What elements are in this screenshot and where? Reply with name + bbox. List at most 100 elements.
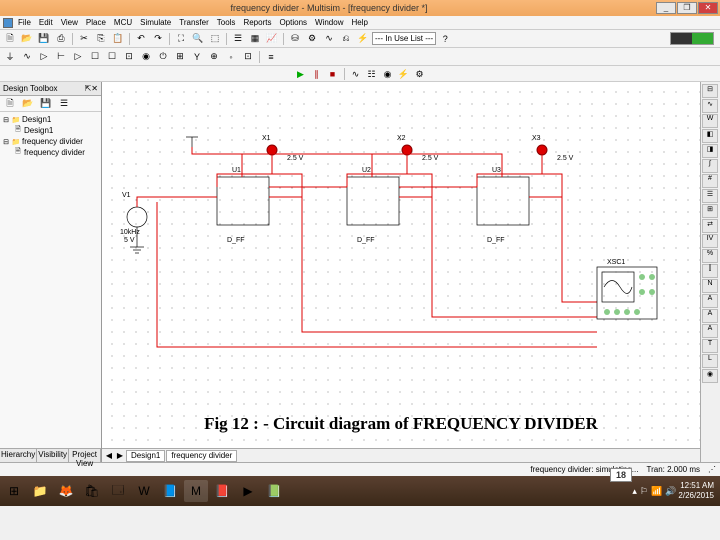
- spreadsheet-button[interactable]: ▦: [247, 32, 263, 46]
- schematic-canvas[interactable]: X1 2.5 V X2 2.5 V X3 2.5 V U1 D_FF U2 D_…: [102, 82, 700, 462]
- redo-button[interactable]: ↷: [150, 32, 166, 46]
- menu-window[interactable]: Window: [312, 18, 346, 27]
- network-button[interactable]: N: [702, 279, 718, 293]
- agilent-fg-button[interactable]: A: [702, 294, 718, 308]
- print-button[interactable]: ⎙: [53, 32, 69, 46]
- taskbar-multisim[interactable]: M: [184, 480, 208, 502]
- funcgen-button[interactable]: ∿: [702, 99, 718, 113]
- logic-analyzer-button[interactable]: ⊞: [702, 204, 718, 218]
- cut-button[interactable]: ✂: [76, 32, 92, 46]
- run-button[interactable]: ▶: [294, 68, 308, 80]
- place-mcu-button[interactable]: ⊡: [240, 50, 256, 64]
- tb-open-button[interactable]: 📂: [20, 97, 36, 111]
- 4ch-scope-button[interactable]: ◨: [702, 144, 718, 158]
- place-electro-button[interactable]: ⊕: [206, 50, 222, 64]
- zoom-in-button[interactable]: 🔍: [190, 32, 206, 46]
- current-probe-button[interactable]: ◉: [702, 369, 718, 383]
- probe-button[interactable]: ◉: [381, 68, 395, 80]
- tray-net-icon[interactable]: 📶: [651, 486, 662, 497]
- place-connector-button[interactable]: ◦: [223, 50, 239, 64]
- zoom-fit-button[interactable]: ⛶: [173, 32, 189, 46]
- tree-design1-folder[interactable]: Design1: [22, 115, 51, 124]
- place-analog-button[interactable]: ▷: [70, 50, 86, 64]
- agilent-mm-button[interactable]: A: [702, 309, 718, 323]
- copy-button[interactable]: ⎘: [93, 32, 109, 46]
- tray-up-icon[interactable]: ▴: [632, 486, 637, 497]
- tb-list-button[interactable]: ☰: [56, 97, 72, 111]
- menu-place[interactable]: Place: [83, 18, 109, 27]
- postproc-button[interactable]: ⎌: [338, 32, 354, 46]
- place-rf-button[interactable]: Y: [189, 50, 205, 64]
- taskbar-store[interactable]: 🛍: [80, 480, 104, 502]
- place-misc2-button[interactable]: ⊞: [172, 50, 188, 64]
- open-button[interactable]: 📂: [19, 32, 35, 46]
- tray-flag-icon[interactable]: ⚐: [640, 486, 648, 497]
- close-button[interactable]: ✕: [698, 2, 718, 14]
- taskbar-word[interactable]: W: [132, 480, 156, 502]
- menu-view[interactable]: View: [58, 18, 81, 27]
- spectrum-button[interactable]: ⫿: [702, 264, 718, 278]
- toolbox-pin-icon[interactable]: ⇱: [85, 84, 92, 93]
- place-ttl-button[interactable]: ☐: [87, 50, 103, 64]
- place-cmos-button[interactable]: ☐: [104, 50, 120, 64]
- tek-scope-button[interactable]: T: [702, 339, 718, 353]
- tab-hierarchy[interactable]: Hierarchy: [0, 449, 37, 462]
- electrical-button[interactable]: ⚡: [355, 32, 371, 46]
- tb-new-button[interactable]: 🗎: [2, 97, 18, 111]
- help-button[interactable]: ?: [437, 32, 453, 46]
- tb-save-button[interactable]: 💾: [38, 97, 54, 111]
- zoom-area-button[interactable]: ⬚: [207, 32, 223, 46]
- menu-edit[interactable]: Edit: [36, 18, 56, 27]
- place-basic-button[interactable]: ∿: [19, 50, 35, 64]
- place-misc-button[interactable]: ⊡: [121, 50, 137, 64]
- switch-indicator[interactable]: [670, 32, 714, 45]
- bode-button[interactable]: ∫: [702, 159, 718, 173]
- menu-tools[interactable]: Tools: [214, 18, 239, 27]
- stop-button[interactable]: ■: [326, 68, 340, 80]
- toolbox-button[interactable]: ☰: [230, 32, 246, 46]
- design-tree[interactable]: ⊟📁Design1 🗎Design1 ⊟📁frequency divider 🗎…: [0, 112, 101, 448]
- place-power-button[interactable]: ⏻: [155, 50, 171, 64]
- restore-button[interactable]: ❐: [677, 2, 697, 14]
- settings-button[interactable]: ⚙: [413, 68, 427, 80]
- place-transistor-button[interactable]: ⊢: [53, 50, 69, 64]
- freq-counter-button[interactable]: #: [702, 174, 718, 188]
- new-button[interactable]: 🗎: [2, 32, 18, 46]
- tab-visibility[interactable]: Visibility: [37, 449, 69, 462]
- menu-help[interactable]: Help: [348, 18, 370, 27]
- start-button[interactable]: ⊞: [2, 480, 26, 502]
- tab-projectview[interactable]: Project View: [69, 449, 101, 462]
- labview-button[interactable]: L: [702, 354, 718, 368]
- analyses-button[interactable]: ∿: [321, 32, 337, 46]
- minimize-button[interactable]: _: [656, 2, 676, 14]
- taskbar-acrobat[interactable]: 📕: [210, 480, 234, 502]
- menu-file[interactable]: File: [15, 18, 34, 27]
- menu-options[interactable]: Options: [276, 18, 310, 27]
- toolbox-close-icon[interactable]: ✕: [91, 84, 98, 93]
- tree-design1-file[interactable]: Design1: [24, 126, 53, 135]
- tab-scroll-left-icon[interactable]: ◀: [104, 451, 114, 460]
- in-use-combo[interactable]: --- In Use List ---: [372, 32, 436, 45]
- taskbar-app2[interactable]: 📘: [158, 480, 182, 502]
- taskbar-firefox[interactable]: 🦊: [54, 480, 78, 502]
- tab-freqdiv[interactable]: frequency divider: [166, 450, 237, 462]
- grapher-button[interactable]: 📈: [264, 32, 280, 46]
- menu-mcu[interactable]: MCU: [111, 18, 135, 27]
- multimeter-button[interactable]: ⊟: [702, 84, 718, 98]
- place-diode-button[interactable]: ▷: [36, 50, 52, 64]
- paste-button[interactable]: 📋: [110, 32, 126, 46]
- oscilloscope-button[interactable]: ◧: [702, 129, 718, 143]
- tree-freqdiv-file[interactable]: frequency divider: [24, 148, 85, 157]
- tray-clock[interactable]: 12:51 AM2/26/2015: [678, 481, 718, 501]
- place-source-button[interactable]: ⏚: [2, 50, 18, 64]
- component-button[interactable]: ⚙: [304, 32, 320, 46]
- iv-button[interactable]: IV: [702, 234, 718, 248]
- taskbar-app1[interactable]: 🗔: [106, 480, 130, 502]
- taskbar-video[interactable]: ▶: [236, 480, 260, 502]
- interactive-button[interactable]: ∿: [349, 68, 363, 80]
- tab-design1[interactable]: Design1: [126, 450, 165, 462]
- tab-scroll-right-icon[interactable]: ▶: [115, 451, 125, 460]
- menu-reports[interactable]: Reports: [240, 18, 274, 27]
- tray-volume-icon[interactable]: 🔊: [665, 486, 676, 497]
- place-bus-button[interactable]: ≡: [263, 50, 279, 64]
